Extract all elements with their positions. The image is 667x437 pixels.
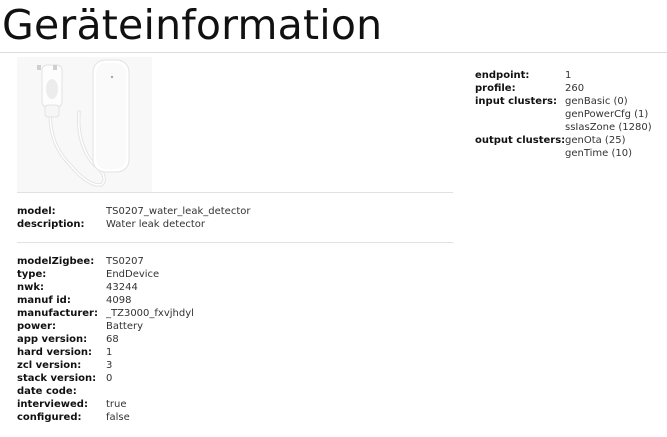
detail-row: manuf id: 4098 xyxy=(17,294,194,307)
description-value: Water leak detector xyxy=(106,219,205,230)
output-cluster: genOta (25) xyxy=(565,135,626,146)
detail-label: configured: xyxy=(17,412,82,423)
detail-value: false xyxy=(106,412,130,423)
detail-row: manufacturer: _TZ3000_fxvjhdyl xyxy=(17,307,194,320)
detail-label: app version: xyxy=(17,334,88,345)
detail-row: type: EndDevice xyxy=(17,268,194,281)
input-clusters-list: genBasic (0) genPowerCfg (1) ssIasZone (… xyxy=(565,95,652,134)
profile-value: 260 xyxy=(565,83,585,94)
detail-row: zcl version: 3 xyxy=(17,359,194,372)
endpoint-row: endpoint: 1 xyxy=(475,69,652,82)
output-cluster: genTime (10) xyxy=(565,148,633,159)
detail-row: power: Battery xyxy=(17,320,194,333)
model-link[interactable]: TS0207_water_leak_detector xyxy=(106,205,250,218)
input-cluster: genPowerCfg (1) xyxy=(565,109,649,120)
detail-row: hard version: 1 xyxy=(17,346,194,359)
output-clusters-row: output clusters: genOta (25) genTime (10… xyxy=(475,134,652,160)
detail-row: stack version: 0 xyxy=(17,372,194,385)
device-details: modelZigbee: TS0207 type: EndDevice nwk: 4324… xyxy=(17,255,194,424)
detail-value: 4098 xyxy=(106,295,132,306)
water-leak-sensor-image xyxy=(17,57,152,192)
page-title: Geräteinformation xyxy=(2,1,383,49)
output-clusters-list: genOta (25) genTime (10) xyxy=(565,134,632,160)
detail-value: TS0207 xyxy=(106,256,144,267)
endpoint-info: endpoint: 1 profile: 260 input clusters:… xyxy=(475,69,652,160)
detail-label: stack version: xyxy=(17,373,97,384)
detail-label: type: xyxy=(17,269,47,280)
detail-label: manufacturer: xyxy=(17,308,98,319)
detail-row: app version: 68 xyxy=(17,333,194,346)
detail-value: Battery xyxy=(106,321,144,332)
profile-label: profile: xyxy=(475,83,516,94)
section-divider xyxy=(17,192,453,193)
endpoint-label: endpoint: xyxy=(475,70,530,81)
description-label: description: xyxy=(17,219,85,230)
info-row-model: model: TS0207_water_leak_detector xyxy=(17,205,250,218)
detail-value: true xyxy=(106,399,127,410)
input-clusters-label: input clusters: xyxy=(475,96,557,107)
detail-value: 1 xyxy=(106,347,113,358)
detail-label: power: xyxy=(17,321,56,332)
endpoint-value: 1 xyxy=(565,70,572,81)
basic-info: model: TS0207_water_leak_detector descri… xyxy=(17,205,250,231)
model-label: model: xyxy=(17,206,56,217)
input-clusters-row: input clusters: genBasic (0) genPowerCfg… xyxy=(475,95,652,134)
detail-value: _TZ3000_fxvjhdyl xyxy=(106,308,194,319)
profile-row: profile: 260 xyxy=(475,82,652,95)
output-clusters-label: output clusters: xyxy=(475,135,566,146)
detail-value: 0 xyxy=(106,373,113,384)
detail-row: configured: false xyxy=(17,411,194,424)
input-cluster: genBasic (0) xyxy=(565,96,628,107)
device-image xyxy=(17,57,152,192)
detail-label: manuf id: xyxy=(17,295,71,306)
detail-label: hard version: xyxy=(17,347,93,358)
detail-value: 43244 xyxy=(106,282,138,293)
detail-label: interviewed: xyxy=(17,399,88,410)
detail-row: modelZigbee: TS0207 xyxy=(17,255,194,268)
detail-value: EndDevice xyxy=(106,269,160,280)
detail-label: nwk: xyxy=(17,282,45,293)
detail-label: modelZigbee: xyxy=(17,256,95,267)
detail-value: 68 xyxy=(106,334,119,345)
title-divider xyxy=(0,52,667,53)
detail-label: date code: xyxy=(17,386,77,397)
detail-row: nwk: 43244 xyxy=(17,281,194,294)
detail-row: interviewed: true xyxy=(17,398,194,411)
info-row-description: description: Water leak detector xyxy=(17,218,250,231)
input-cluster: ssIasZone (1280) xyxy=(565,122,652,133)
detail-row: date code: xyxy=(17,385,194,398)
detail-label: zcl version: xyxy=(17,360,82,371)
section-divider xyxy=(17,242,453,243)
detail-value: 3 xyxy=(106,360,113,371)
